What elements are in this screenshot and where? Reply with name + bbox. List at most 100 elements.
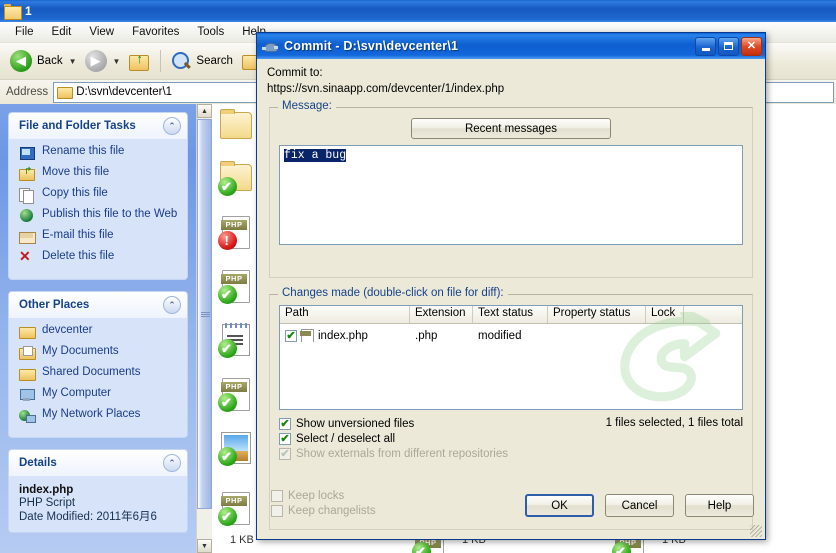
up-button[interactable]: ↑ xyxy=(124,46,154,76)
message-text: fix a bug xyxy=(284,149,347,162)
menu-item-file[interactable]: File xyxy=(6,24,43,40)
details-file-type: PHP Script xyxy=(19,497,76,509)
menu-item-tools[interactable]: Tools xyxy=(188,24,233,40)
toolbar-separator xyxy=(160,50,162,72)
sidebar-item-shared-documents[interactable]: Shared Documents xyxy=(19,366,181,382)
sidebar-item-rename-file[interactable]: Rename this file xyxy=(19,145,181,161)
list-item[interactable] xyxy=(218,430,252,466)
maximize-button[interactable] xyxy=(718,36,739,56)
sidebar-item-my-computer[interactable]: My Computer xyxy=(19,387,181,403)
close-button[interactable]: ✕ xyxy=(741,36,762,56)
svn-normal-overlay-icon xyxy=(218,285,237,304)
sidebar-item-move-file[interactable]: ↱ Move this file xyxy=(19,166,181,182)
menu-item-edit[interactable]: Edit xyxy=(43,24,81,40)
search-label: Search xyxy=(196,55,233,67)
task-pane: File and Folder Tasks ⌃ Rename this file xyxy=(0,104,196,553)
chevron-up-icon[interactable]: ⌃ xyxy=(163,117,181,135)
changes-table[interactable]: Path Extension Text status Property stat… xyxy=(279,305,743,410)
sidebar-item-email-file[interactable]: E-mail this file xyxy=(19,229,181,245)
list-item[interactable] xyxy=(218,108,252,144)
file-list-scrollbar[interactable]: ▲ ▼ xyxy=(196,104,212,553)
details-file-name: index.php xyxy=(19,484,74,496)
row-path: index.php xyxy=(318,329,368,342)
panel-title-other-places: Other Places xyxy=(19,299,90,311)
column-header-property-status[interactable]: Property status xyxy=(548,306,646,323)
recent-messages-button[interactable]: Recent messages xyxy=(411,118,611,139)
forward-button[interactable]: ▶ ▼ xyxy=(81,46,125,76)
sidebar-label-my-computer: My Computer xyxy=(42,387,112,399)
checkbox-select-deselect-all[interactable] xyxy=(279,433,291,445)
chevron-up-icon-details[interactable]: ⌃ xyxy=(163,454,181,472)
search-button[interactable]: Search xyxy=(167,46,236,76)
cancel-button[interactable]: Cancel xyxy=(605,494,674,517)
chevron-down-icon[interactable]: ▼ xyxy=(69,57,77,66)
sidebar-label-copy: Copy this file xyxy=(42,187,108,199)
option-show-unversioned[interactable]: Show unversioned files xyxy=(279,418,414,430)
address-value: D:\svn\devcenter\1 xyxy=(76,86,173,98)
shared-folder-icon xyxy=(19,366,36,382)
list-item[interactable]: PHP xyxy=(218,490,252,526)
scroll-up-icon[interactable]: ▲ xyxy=(197,104,212,118)
network-icon xyxy=(19,408,36,424)
files-status-text: 1 files selected, 1 files total xyxy=(605,416,743,429)
option-select-deselect-all[interactable]: Select / deselect all xyxy=(279,433,743,445)
php-file-icon: PHP xyxy=(218,268,252,304)
chevron-up-icon-other[interactable]: ⌃ xyxy=(163,296,181,314)
list-item[interactable]: PHP xyxy=(218,268,252,304)
svn-normal-overlay-icon xyxy=(218,447,237,466)
dialog-button-row: OK Cancel Help xyxy=(525,494,754,517)
chevron-down-icon-forward[interactable]: ▼ xyxy=(113,57,121,66)
row-extension: .php xyxy=(415,329,438,342)
table-row[interactable]: index.php .php modified xyxy=(280,324,742,345)
tortoisesvn-turtle-icon xyxy=(262,39,279,54)
sidebar-item-copy-file[interactable]: Copy this file xyxy=(19,187,181,204)
ok-button[interactable]: OK xyxy=(525,494,594,517)
table-header-row: Path Extension Text status Property stat… xyxy=(280,306,742,324)
other-places-panel: Other Places ⌃ devcenter My Documents Sh… xyxy=(8,291,188,438)
move-folder-icon: ↱ xyxy=(19,166,36,182)
menu-item-favorites[interactable]: Favorites xyxy=(123,24,188,40)
sidebar-item-my-documents[interactable]: My Documents xyxy=(19,345,181,361)
details-body: index.php PHP Script Date Modified: 2011… xyxy=(9,476,187,532)
sidebar-item-devcenter[interactable]: devcenter xyxy=(19,324,181,340)
back-button[interactable]: ◀ Back ▼ xyxy=(6,46,81,76)
folder-icon-item xyxy=(218,108,252,144)
sidebar-item-my-network-places[interactable]: My Network Places xyxy=(19,408,181,424)
sidebar-label-my-documents: My Documents xyxy=(42,345,119,357)
checkbox-show-unversioned[interactable] xyxy=(279,418,291,430)
scroll-down-icon[interactable]: ▼ xyxy=(197,539,212,553)
details-header[interactable]: Details ⌃ xyxy=(9,450,187,476)
column-header-text-status[interactable]: Text status xyxy=(473,306,548,323)
menu-item-view[interactable]: View xyxy=(80,24,123,40)
option-label-show-externals: Show externals from different repositori… xyxy=(296,448,508,460)
list-item[interactable] xyxy=(218,322,252,358)
sidebar-label-devcenter: devcenter xyxy=(42,324,93,336)
details-date-modified: Date Modified: 2011年6月6 xyxy=(19,511,157,523)
commit-to-label: Commit to: xyxy=(267,67,323,79)
list-item[interactable]: PHP xyxy=(218,376,252,412)
bottom-options: Keep locks Keep changelists xyxy=(271,490,376,517)
list-item[interactable]: PHP xyxy=(218,214,252,250)
help-button[interactable]: Help xyxy=(685,494,754,517)
sidebar-item-publish-file[interactable]: Publish this file to the Web xyxy=(19,208,181,224)
row-checkbox[interactable] xyxy=(285,329,297,342)
message-input[interactable]: fix a bug xyxy=(279,145,743,245)
option-label-keep-changelists: Keep changelists xyxy=(288,505,376,517)
file-and-folder-tasks-header[interactable]: File and Folder Tasks ⌃ xyxy=(9,113,187,139)
checkbox-keep-locks xyxy=(271,490,283,502)
list-item[interactable] xyxy=(218,160,252,196)
svn-normal-overlay-icon xyxy=(218,177,237,196)
dialog-title-bar[interactable]: Commit - D:\svn\devcenter\1 ✕ xyxy=(257,33,765,59)
other-places-header[interactable]: Other Places ⌃ xyxy=(9,292,187,318)
sidebar-item-delete-file[interactable]: ✕ Delete this file xyxy=(19,249,181,266)
panel-title-file-tasks: File and Folder Tasks xyxy=(19,120,136,132)
changes-group-label: Changes made (double-click on file for d… xyxy=(278,287,508,299)
column-header-path[interactable]: Path xyxy=(280,306,410,323)
minimize-button[interactable] xyxy=(695,36,716,56)
resize-grip[interactable] xyxy=(750,525,762,537)
file-tasks-list: Rename this file ↱ Move this file Copy t… xyxy=(9,139,187,279)
column-header-lock[interactable]: Lock xyxy=(646,306,684,323)
scrollbar-thumb[interactable] xyxy=(197,119,212,509)
option-keep-locks: Keep locks xyxy=(271,490,376,502)
column-header-extension[interactable]: Extension xyxy=(410,306,473,323)
